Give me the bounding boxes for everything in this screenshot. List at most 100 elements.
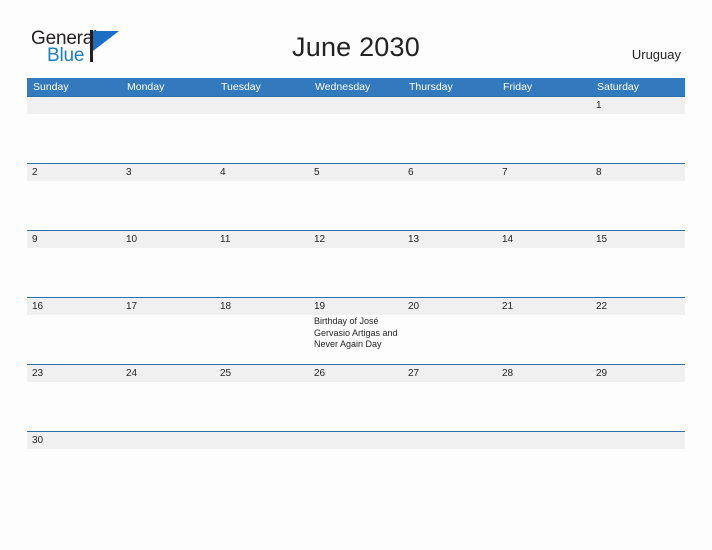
day-cell[interactable]: 29 (591, 365, 685, 431)
page-title: June 2030 (292, 32, 420, 62)
day-cell[interactable] (309, 432, 403, 456)
page-header: General Blue June 2030 Uruguay (0, 0, 712, 76)
calendar-grid: Sunday Monday Tuesday Wednesday Thursday… (27, 78, 685, 456)
day-cell[interactable]: 3 (121, 164, 215, 230)
day-cell[interactable]: 6 (403, 164, 497, 230)
day-cell[interactable]: 9 (27, 231, 121, 297)
day-cell[interactable]: 7 (497, 164, 591, 230)
day-cell[interactable] (403, 432, 497, 456)
weekday-header-saturday: Saturday (597, 81, 640, 93)
day-cell[interactable] (591, 432, 685, 456)
day-number: 19 (314, 301, 326, 312)
day-number (126, 432, 210, 449)
day-cell[interactable] (497, 432, 591, 456)
day-cell[interactable]: 17 (121, 298, 215, 364)
day-number: 17 (126, 301, 138, 312)
weekday-header-monday: Monday (127, 81, 165, 93)
day-number (408, 432, 492, 449)
day-number: 7 (502, 167, 508, 178)
day-cell[interactable]: 27 (403, 365, 497, 431)
day-cell[interactable] (27, 97, 121, 163)
day-cell[interactable] (121, 97, 215, 163)
day-number: 8 (596, 167, 602, 178)
day-number (408, 97, 492, 114)
calendar-week-row: 23 24 25 26 27 28 29 (27, 364, 685, 431)
day-cell[interactable]: 1 (591, 97, 685, 163)
day-cell[interactable]: 28 (497, 365, 591, 431)
day-number: 26 (314, 368, 326, 379)
day-number (596, 432, 680, 449)
day-cell[interactable]: 15 (591, 231, 685, 297)
day-cell[interactable]: 10 (121, 231, 215, 297)
day-cell[interactable]: 20 (403, 298, 497, 364)
day-number: 5 (314, 167, 320, 178)
calendar-week-row: 16 17 18 19 Birthday of José Gervasio Art… (27, 297, 685, 364)
day-cell[interactable]: 13 (403, 231, 497, 297)
day-number: 12 (314, 234, 326, 245)
day-number (502, 432, 586, 449)
day-number: 27 (408, 368, 420, 379)
day-number: 10 (126, 234, 138, 245)
weekday-header-wednesday: Wednesday (315, 81, 371, 93)
weekday-header-friday: Friday (503, 81, 533, 93)
day-cell[interactable] (215, 432, 309, 456)
day-number: 29 (596, 368, 608, 379)
day-cell[interactable]: 8 (591, 164, 685, 230)
day-cell[interactable]: 23 (27, 365, 121, 431)
day-cell[interactable]: 18 (215, 298, 309, 364)
weekday-header-sunday: Sunday (33, 81, 69, 93)
calendar-week-row: 1 (27, 96, 685, 163)
day-number (32, 97, 116, 114)
day-number: 28 (502, 368, 514, 379)
day-number (220, 97, 304, 114)
day-cell[interactable]: 11 (215, 231, 309, 297)
country-label: Uruguay (631, 47, 681, 62)
day-cell[interactable]: 22 (591, 298, 685, 364)
day-event: Birthday of José Gervasio Artigas and Ne… (314, 316, 398, 349)
day-cell[interactable]: 16 (27, 298, 121, 364)
day-cell[interactable]: 5 (309, 164, 403, 230)
day-cell[interactable]: 26 (309, 365, 403, 431)
day-number: 16 (32, 301, 44, 312)
day-cell[interactable] (121, 432, 215, 456)
day-cell[interactable]: 4 (215, 164, 309, 230)
day-cell[interactable]: 30 (27, 432, 121, 456)
day-number: 14 (502, 234, 514, 245)
day-number: 11 (220, 234, 231, 245)
day-cell[interactable] (309, 97, 403, 163)
day-number: 24 (126, 368, 138, 379)
calendar-page: General Blue June 2030 Uruguay Sunday Mo… (0, 0, 712, 550)
day-cell[interactable]: 12 (309, 231, 403, 297)
day-number (126, 97, 210, 114)
day-number: 13 (408, 234, 420, 245)
day-number: 6 (408, 167, 414, 178)
day-number: 2 (32, 167, 38, 178)
day-cell[interactable]: 21 (497, 298, 591, 364)
day-number: 1 (596, 100, 602, 111)
day-cell[interactable]: 2 (27, 164, 121, 230)
day-cell[interactable] (215, 97, 309, 163)
day-cell[interactable]: 14 (497, 231, 591, 297)
weekday-header-tuesday: Tuesday (221, 81, 261, 93)
day-cell[interactable]: 24 (121, 365, 215, 431)
day-number: 4 (220, 167, 226, 178)
day-cell[interactable] (497, 97, 591, 163)
day-cell[interactable] (403, 97, 497, 163)
day-number: 25 (220, 368, 232, 379)
day-number: 18 (220, 301, 232, 312)
day-number: 23 (32, 368, 44, 379)
day-number: 22 (596, 301, 608, 312)
day-number: 20 (408, 301, 420, 312)
calendar-week-row: 2 3 4 5 6 7 8 (27, 163, 685, 230)
day-number (502, 97, 586, 114)
day-number (314, 97, 398, 114)
calendar-week-row: 9 10 11 12 13 14 15 (27, 230, 685, 297)
weekday-header-thursday: Thursday (409, 81, 453, 93)
day-number: 15 (596, 234, 608, 245)
weekday-header-row: Sunday Monday Tuesday Wednesday Thursday… (27, 78, 685, 96)
day-number: 9 (32, 234, 38, 245)
day-cell[interactable]: 25 (215, 365, 309, 431)
day-number: 30 (32, 435, 44, 446)
day-cell-with-event[interactable]: 19 Birthday of José Gervasio Artigas and … (309, 298, 403, 364)
calendar-week-row: 30 (27, 431, 685, 456)
